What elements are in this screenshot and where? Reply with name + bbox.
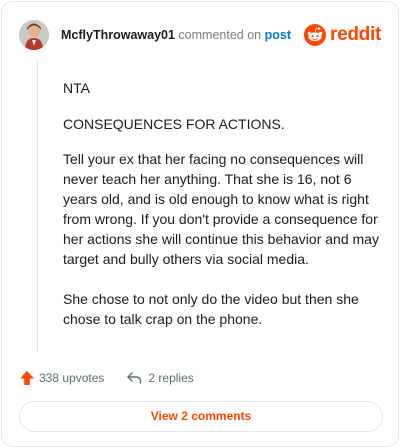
username[interactable]: McflyThrowaway01 (61, 28, 175, 42)
comment-paragraph: NTA (63, 80, 90, 96)
reply-arrow-icon (127, 372, 142, 384)
replies-button[interactable]: 2 replies (126, 371, 194, 385)
avatar-icon (19, 20, 49, 50)
comment-meta: McflyThrowaway01 commented on post (61, 28, 291, 42)
user-avatar[interactable] (19, 20, 49, 50)
comment-header: McflyThrowaway01 commented on post (19, 19, 291, 51)
comment-actions: 338 upvotes 2 replies (19, 368, 194, 388)
upvote-count: 338 upvotes (39, 371, 105, 385)
replies-count: 2 replies (148, 371, 194, 385)
upvote-button[interactable]: 338 upvotes (19, 370, 104, 386)
reddit-logo[interactable]: reddit (304, 22, 381, 48)
upvote-arrow-icon (20, 371, 34, 385)
comment-paragraph: CONSEQUENCES FOR ACTIONS. (63, 116, 285, 132)
comment-body: NTA CONSEQUENCES FOR ACTIONS. Tell your … (63, 78, 383, 349)
view-comments-button[interactable]: View 2 comments (19, 401, 383, 432)
comment-card: McflyThrowaway01 commented on post reddi… (1, 1, 399, 447)
reddit-alien-icon (304, 24, 327, 46)
reddit-wordmark: reddit (330, 24, 381, 45)
comment-paragraph: Tell your ex that her facing no conseque… (63, 151, 379, 267)
commented-on-text: commented on (178, 28, 262, 42)
post-link[interactable]: post (265, 28, 291, 42)
thread-line[interactable] (37, 60, 38, 352)
comment-paragraph: She chose to not only do the video but t… (63, 291, 359, 327)
